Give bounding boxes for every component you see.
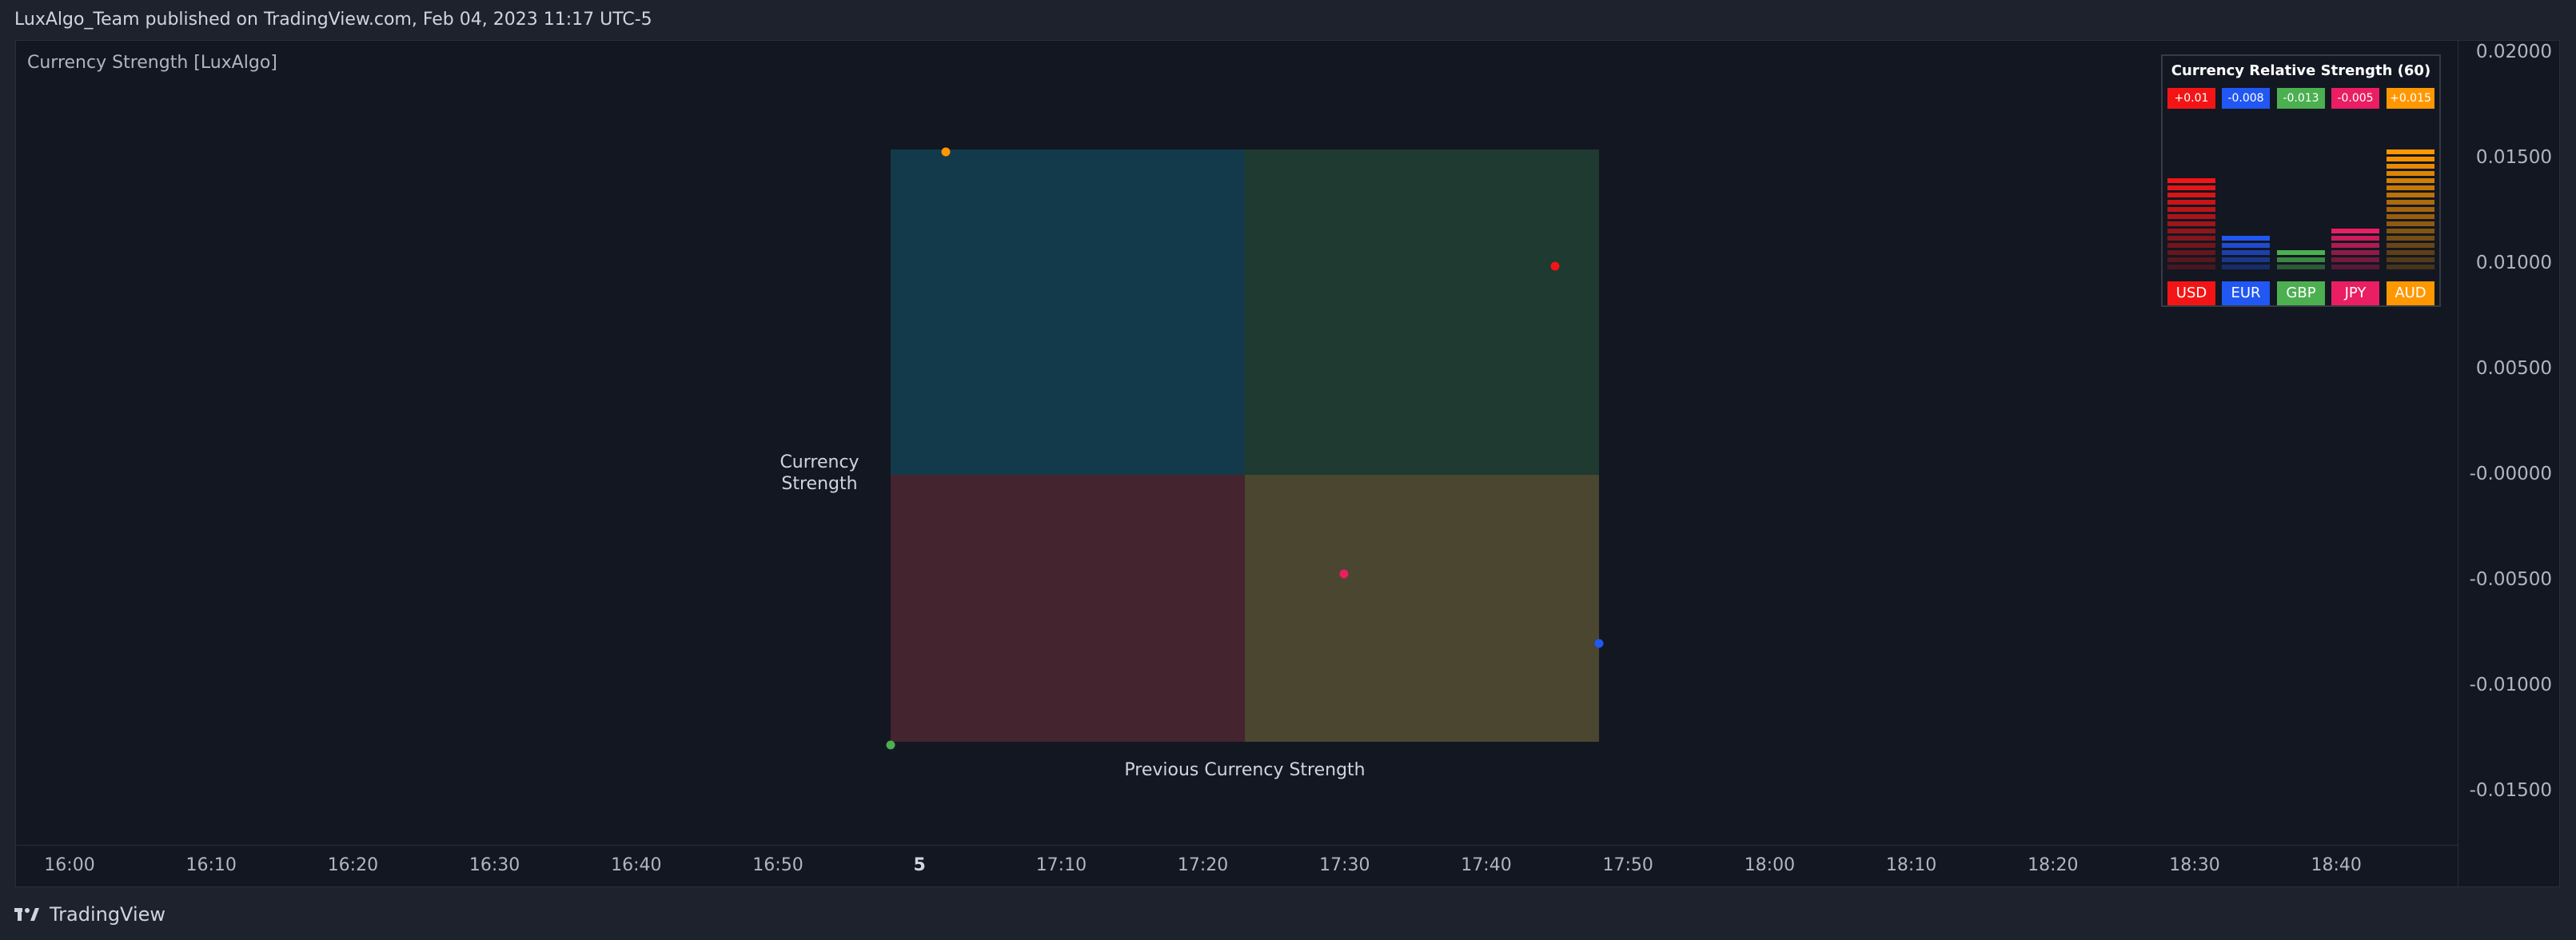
header-bar: LuxAlgo_Team published on TradingView.co…	[0, 0, 2576, 40]
strength-bar-segment	[2387, 236, 2434, 241]
strength-bar-segment	[2222, 250, 2270, 255]
time-tick-label: 16:30	[469, 855, 520, 875]
relative-strength-panel: Currency Relative Strength (60) +0.01 USD…	[2161, 54, 2441, 307]
strength-bar-segment	[2167, 221, 2215, 226]
price-tick-label: -0.00000	[2469, 464, 2552, 484]
value-label-aud: +0.015	[2387, 88, 2434, 109]
strength-bar-segment	[2222, 243, 2270, 248]
strength-bar-segment	[2387, 149, 2434, 154]
strength-bar-segment	[2387, 243, 2434, 248]
value-label-gbp: -0.013	[2277, 88, 2325, 109]
strength-bar-segment	[2387, 185, 2434, 190]
strength-bar-segment	[2167, 178, 2215, 183]
price-tick-label: 0.01500	[2475, 147, 2552, 168]
time-tick-label: 18:40	[2311, 855, 2362, 875]
time-tick-label: 16:10	[185, 855, 237, 875]
price-tick-label: -0.00500	[2469, 569, 2552, 590]
quadrant-top-left	[891, 149, 1245, 475]
strength-bar-segment	[2387, 229, 2434, 233]
strength-bar-segment	[2331, 243, 2379, 248]
strength-bar-segment	[2277, 265, 2325, 269]
strength-bar-segment	[2277, 257, 2325, 262]
strength-bar-segment	[2167, 193, 2215, 197]
time-tick-label: 17:40	[1461, 855, 1512, 875]
strength-bar-segment	[2167, 214, 2215, 219]
time-tick-label: 18:10	[1885, 855, 1937, 875]
strength-bar-segment	[2331, 229, 2379, 233]
footer-bar	[0, 887, 2576, 940]
price-tick-label: 0.01000	[2475, 253, 2552, 273]
strength-bar-segment	[2167, 236, 2215, 241]
published-text: LuxAlgo_Team published on TradingView.co…	[14, 10, 652, 30]
currency-label-eur: EUR	[2222, 281, 2270, 305]
quadrant-bottom-right	[1245, 475, 1599, 742]
time-tick-label: 18:20	[2028, 855, 2079, 875]
strength-bar-segment	[2387, 178, 2434, 183]
strength-bar-segment	[2277, 250, 2325, 255]
currency-label-gbp: GBP	[2277, 281, 2325, 305]
strength-bar-segment	[2222, 257, 2270, 262]
strength-bar-segment	[2387, 221, 2434, 226]
strength-bar-segment	[2222, 236, 2270, 241]
strength-bar-segment	[2387, 193, 2434, 197]
strength-bar-segment	[2387, 164, 2434, 169]
panel-title: Currency Relative Strength (60)	[2171, 62, 2431, 79]
strength-bar-segment	[2387, 171, 2434, 176]
point-jpy	[1339, 569, 1349, 579]
time-tick-label: 16:00	[44, 855, 95, 875]
point-gbp	[886, 740, 895, 750]
point-aud	[941, 147, 951, 157]
price-tick-label: 0.02000	[2475, 42, 2552, 62]
strength-bar-segment	[2387, 265, 2434, 269]
strength-bar-segment	[2167, 257, 2215, 262]
tradingview-brand[interactable]: TradingView	[50, 903, 165, 926]
strength-bar-segment	[2387, 200, 2434, 205]
strength-bar-segment	[2167, 185, 2215, 190]
quadrant-bottom-left	[891, 475, 1245, 742]
time-tick-label: 16:40	[611, 855, 662, 875]
strength-bar-segment	[2167, 200, 2215, 205]
strength-bar-segment	[2167, 243, 2215, 248]
strength-bar-segment	[2167, 229, 2215, 233]
currency-label-aud: AUD	[2387, 281, 2434, 305]
strength-bar-segment	[2167, 265, 2215, 269]
currency-label-jpy: JPY	[2331, 281, 2379, 305]
time-tick-label: 16:20	[327, 855, 379, 875]
strength-bar-segment	[2331, 265, 2379, 269]
time-tick-label: 17:30	[1319, 855, 1370, 875]
strength-bar-segment	[2387, 214, 2434, 219]
time-tick-label: 17:10	[1035, 855, 1087, 875]
strength-bar-segment	[2387, 250, 2434, 255]
strength-bar-segment	[2167, 250, 2215, 255]
indicator-title[interactable]: Currency Strength [LuxAlgo]	[27, 53, 277, 73]
time-tick-label: 18:30	[2169, 855, 2220, 875]
price-tick-label: 0.00500	[2475, 358, 2552, 379]
value-label-eur: -0.008	[2222, 88, 2270, 109]
value-label-jpy: -0.005	[2331, 88, 2379, 109]
value-label-usd: +0.01	[2167, 88, 2215, 109]
time-tick-label: 18:00	[1744, 855, 1796, 875]
strength-bar-segment	[2387, 157, 2434, 161]
y-axis-label: Currency Strength	[780, 452, 859, 494]
strength-bar-segment	[2387, 257, 2434, 262]
point-usd	[1550, 261, 1560, 271]
price-tick-label: -0.01000	[2469, 675, 2552, 695]
strength-bar-segment	[2331, 236, 2379, 241]
currency-label-usd: USD	[2167, 281, 2215, 305]
time-tick-label: 17:50	[1602, 855, 1653, 875]
time-axis-divider	[16, 845, 2458, 846]
x-axis-label: Previous Currency Strength	[1124, 760, 1366, 780]
time-tick-label: 5	[913, 855, 926, 875]
strength-bar-segment	[2387, 207, 2434, 212]
point-eur	[1594, 639, 1604, 648]
tradingview-logo-icon	[14, 908, 39, 921]
strength-bar-segment	[2331, 257, 2379, 262]
strength-bar-segment	[2222, 265, 2270, 269]
time-tick-label: 17:20	[1177, 855, 1229, 875]
time-tick-label: 16:50	[752, 855, 804, 875]
strength-bar-segment	[2167, 207, 2215, 212]
strength-bar-segment	[2331, 250, 2379, 255]
quadrant-top-right	[1245, 149, 1599, 475]
price-tick-label: -0.01500	[2469, 780, 2552, 801]
